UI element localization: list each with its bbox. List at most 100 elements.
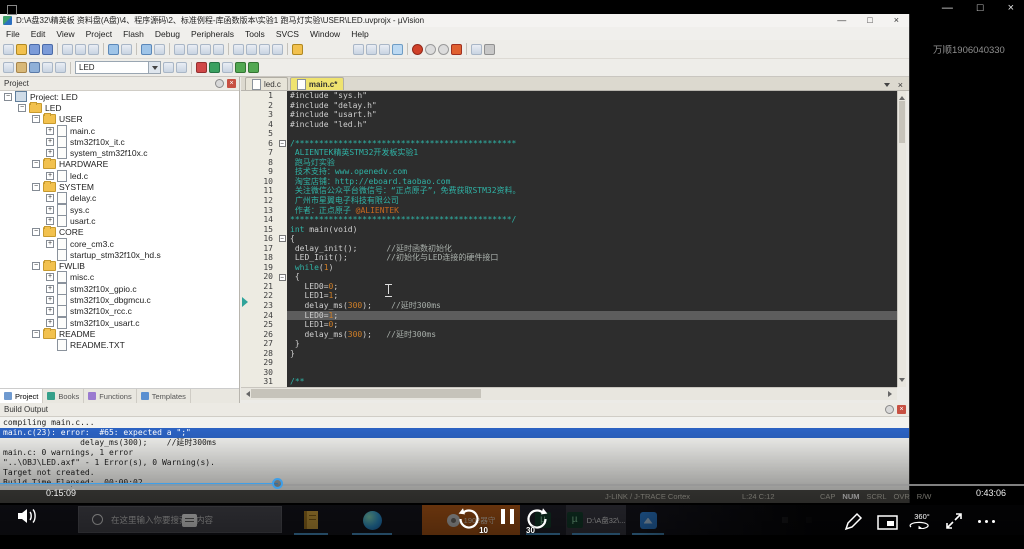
fullscreen-icon[interactable] — [945, 512, 963, 530]
collapse-icon[interactable]: − — [32, 160, 40, 168]
navigate-back-icon[interactable] — [141, 44, 152, 55]
taskbar-item-edge[interactable] — [346, 505, 398, 535]
code-line-15[interactable]: 15int main(void) — [241, 225, 897, 235]
performance-analyzer-icon[interactable] — [379, 44, 390, 55]
build-output-close-icon[interactable]: × — [897, 405, 906, 414]
build-log-line[interactable]: compiling main.c... — [0, 418, 909, 428]
copy-icon[interactable] — [75, 44, 86, 55]
code-line-5[interactable]: 5 — [241, 129, 897, 139]
build-log-line[interactable]: main.c: 0 warnings, 1 error — [0, 448, 909, 458]
tree-item-startup-stm32f10x-hd-s[interactable]: startup_stm32f10x_hd.s — [2, 249, 239, 260]
tree-item-main-c[interactable]: +main.c — [2, 125, 239, 136]
enable-breakpoints-icon[interactable] — [451, 44, 462, 55]
menu-window[interactable]: Window — [310, 29, 340, 39]
trace-icon[interactable] — [235, 62, 246, 73]
menu-peripherals[interactable]: Peripherals — [191, 29, 234, 39]
doc-close-icon[interactable]: × — [898, 81, 903, 89]
expand-icon[interactable]: + — [46, 296, 54, 304]
code-line-1[interactable]: 1#include "sys.h" — [241, 91, 897, 101]
menu-edit[interactable]: Edit — [31, 29, 46, 39]
tree-item-core-cm3-c[interactable]: +core_cm3.c — [2, 238, 239, 249]
collapse-icon[interactable]: − — [32, 115, 40, 123]
menu-help[interactable]: Help — [351, 29, 368, 39]
configure-tools-icon[interactable] — [484, 44, 495, 55]
code-line-28[interactable]: 28} — [241, 349, 897, 359]
doc-list-dropdown-icon[interactable] — [884, 83, 890, 90]
expand-icon[interactable]: + — [46, 194, 54, 202]
code-line-24[interactable]: 24 LED0=1; — [241, 311, 897, 321]
uvision-titlebar[interactable]: D:\A盘32\精英板 资料盘(A盘)\4、程序源码\2、标准例程-库函数版本\… — [0, 14, 909, 28]
scroll-left-icon[interactable] — [243, 391, 250, 397]
menu-flash[interactable]: Flash — [123, 29, 144, 39]
tab-templates[interactable]: Templates — [137, 389, 191, 403]
expand-icon[interactable]: + — [46, 285, 54, 293]
tree-item-stm32f10x-gpio-c[interactable]: +stm32f10x_gpio.c — [2, 283, 239, 294]
tree-item-system-stm32f10x-c[interactable]: +system_stm32f10x.c — [2, 147, 239, 158]
tree-item-stm32f10x-usart-c[interactable]: +stm32f10x_usart.c — [2, 317, 239, 328]
code-line-25[interactable]: 25 LED1=0; — [241, 320, 897, 330]
expand-icon[interactable]: + — [46, 217, 54, 225]
rewind-10-button[interactable]: 10 — [456, 506, 490, 535]
kill-breakpoints-icon[interactable] — [438, 44, 449, 55]
bookmark-next-icon[interactable] — [200, 44, 211, 55]
indent-left-icon[interactable] — [233, 44, 244, 55]
code-line-23[interactable]: 23 delay_ms(300); //延时300ms — [241, 301, 897, 311]
new-file-icon[interactable] — [3, 44, 14, 55]
uvision-maximize-button[interactable]: □ — [867, 15, 872, 25]
player-maximize-button[interactable]: □ — [977, 2, 984, 14]
vertical-scroll-thumb[interactable] — [899, 101, 905, 143]
expand-icon[interactable]: + — [46, 307, 54, 315]
cut-icon[interactable] — [62, 44, 73, 55]
volume-icon[interactable] — [16, 506, 40, 526]
books-icon[interactable] — [209, 62, 220, 73]
pin-icon[interactable] — [215, 79, 224, 88]
collapse-icon[interactable]: − — [32, 330, 40, 338]
pause-button[interactable] — [501, 509, 514, 524]
tree-item-system[interactable]: −SYSTEM — [2, 181, 239, 192]
horizontal-scroll-thumb[interactable] — [251, 389, 481, 398]
doc-tab-main.c[interactable]: main.c* — [290, 77, 344, 90]
expand-icon[interactable]: + — [46, 149, 54, 157]
undo-icon[interactable] — [108, 44, 119, 55]
code-line-31[interactable]: 31/** — [241, 377, 897, 387]
menu-svcs[interactable]: SVCS — [276, 29, 299, 39]
tree-item-fwlib[interactable]: −FWLIB — [2, 260, 239, 271]
tab-project[interactable]: Project — [0, 389, 43, 403]
project-panel-close-icon[interactable]: × — [227, 79, 236, 88]
tree-item-user[interactable]: −USER — [2, 114, 239, 125]
flag-icon[interactable] — [196, 62, 207, 73]
bookmark-toggle-icon[interactable] — [174, 44, 185, 55]
disable-breakpoint-icon[interactable] — [425, 44, 436, 55]
code-line-9[interactable]: 9 技术支持：www.openedv.com — [241, 167, 897, 177]
tree-item-led-c[interactable]: +led.c — [2, 170, 239, 181]
menu-view[interactable]: View — [56, 29, 74, 39]
paste-icon[interactable] — [88, 44, 99, 55]
batch-build-icon[interactable] — [42, 62, 53, 73]
code-line-17[interactable]: 17 delay_init(); //延时函数初始化 — [241, 244, 897, 254]
editor-horizontal-scrollbar[interactable] — [241, 387, 897, 400]
start-debug-icon[interactable] — [366, 44, 377, 55]
build-target-icon[interactable] — [16, 62, 27, 73]
rebuild-all-icon[interactable] — [29, 62, 40, 73]
build-log-line[interactable]: Target not created. — [0, 468, 909, 478]
player-minimize-button[interactable]: — — [942, 2, 953, 14]
build-log-line[interactable]: "..\OBJ\LED.axf" - 1 Error(s), 0 Warning… — [0, 458, 909, 468]
screenshot-icon[interactable] — [877, 515, 898, 530]
tree-item-usart-c[interactable]: +usart.c — [2, 215, 239, 226]
scroll-right-icon[interactable] — [888, 391, 895, 397]
code-line-18[interactable]: 18 LED_Init(); //初始化与LED连接的硬件接口 — [241, 253, 897, 263]
pin-icon[interactable] — [885, 405, 894, 414]
fold-collapse-icon[interactable]: − — [279, 274, 286, 281]
player-close-button[interactable]: × — [1008, 2, 1014, 14]
tree-item-stm32f10x-it-c[interactable]: +stm32f10x_it.c — [2, 136, 239, 147]
fold-collapse-icon[interactable]: − — [279, 235, 286, 242]
code-editor[interactable]: 1#include "sys.h"2#include "delay.h"3#in… — [241, 91, 897, 387]
splitter-collapse-icon[interactable] — [242, 297, 253, 307]
code-line-11[interactable]: 11 关注微信公众平台微信号：“正点原子”，免费获取STM32资料。 — [241, 186, 897, 196]
save-icon[interactable] — [29, 44, 40, 55]
expand-icon[interactable]: + — [46, 127, 54, 135]
expand-icon[interactable]: + — [46, 138, 54, 146]
menu-project[interactable]: Project — [86, 29, 112, 39]
find-in-files-icon[interactable] — [392, 44, 403, 55]
editor-vertical-scrollbar[interactable] — [897, 91, 906, 387]
